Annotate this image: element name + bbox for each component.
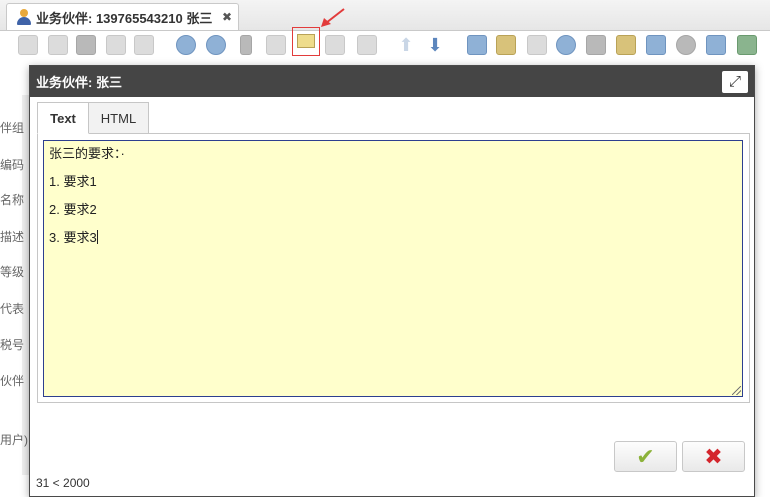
dialog-header: 业务伙伴: 张三 ⤢ (30, 66, 754, 97)
tab-panel: 张三的要求：· 1. 要求1 2. 要求2 3. 要求3 (37, 133, 750, 403)
refresh-icon[interactable] (176, 35, 196, 55)
business-partner-icon (17, 9, 31, 25)
save-new-icon[interactable] (134, 35, 154, 55)
tab-html[interactable]: HTML (88, 102, 149, 134)
delete-record-icon[interactable] (76, 35, 96, 55)
attachment-icon[interactable] (240, 35, 252, 55)
editor-line: 2. 要求2 (49, 202, 97, 217)
cancel-x-icon: ✖ (704, 443, 723, 469)
dialog-title: 业务伙伴: 张三 (36, 75, 122, 90)
close-tab-icon[interactable]: ✖ (222, 10, 232, 24)
editor-tabs: Text HTML (37, 102, 149, 134)
search-icon[interactable] (206, 35, 226, 55)
detail-record-icon[interactable] (325, 35, 345, 55)
cancel-button[interactable]: ✖ (682, 441, 745, 472)
character-counter: 31 < 2000 (36, 476, 90, 490)
bg-label-name: 名称 (0, 193, 25, 207)
bg-label-group: 伴组 (0, 121, 25, 135)
text-editor-dialog: 业务伙伴: 张三 ⤢ Text HTML 张三的要求：· 1. 要求1 2. 要… (29, 65, 755, 497)
exit-icon[interactable] (737, 35, 757, 55)
document-tab-title: 业务伙伴: 13976554321​0 张三 (36, 10, 213, 26)
save-icon[interactable] (106, 35, 126, 55)
document-tab-strip: 业务伙伴: 13976554321​0 张三 ✖ (0, 0, 770, 31)
tab-text[interactable]: Text (37, 102, 89, 134)
bg-label-partner: 伙伴 (0, 374, 25, 388)
editor-line-last: 3. 要求3 (49, 229, 737, 246)
text-editor[interactable]: 张三的要求：· 1. 要求1 2. 要求2 3. 要求3 (43, 140, 743, 397)
report-icon[interactable] (467, 35, 487, 55)
product-info-icon[interactable] (616, 35, 636, 55)
arrow-up-icon[interactable]: ⬆ (396, 35, 416, 55)
print-icon[interactable] (527, 35, 547, 55)
text-caret (96, 230, 98, 244)
editor-line: 1. 要求1 (49, 174, 97, 189)
lock-icon[interactable] (706, 35, 726, 55)
mail-icon[interactable] (357, 35, 377, 55)
bg-label-level: 等级 (0, 265, 25, 279)
archive-icon[interactable] (496, 35, 516, 55)
postit-note-icon (297, 34, 315, 48)
resize-handle[interactable] (732, 386, 741, 395)
red-arrow-annotation (321, 8, 345, 27)
settings-gear-icon[interactable] (676, 35, 696, 55)
ok-button[interactable]: ✔ (614, 441, 677, 472)
bg-label-description: 描述 (0, 230, 25, 244)
arrow-down-icon[interactable]: ⬇ (425, 35, 445, 55)
zoom-across-icon[interactable] (556, 35, 576, 55)
editor-line-text: 3. 要求3 (49, 230, 97, 245)
copy-record-icon[interactable] (48, 35, 68, 55)
bg-label-code: 编码 (0, 158, 25, 172)
new-record-icon[interactable] (18, 35, 38, 55)
request-icon[interactable] (586, 35, 606, 55)
workflow-icon[interactable] (646, 35, 666, 55)
chat-icon[interactable] (266, 35, 286, 55)
bg-label-user: 用户) (0, 433, 28, 447)
bg-label-representative: 代表 (0, 302, 25, 316)
toolbar: ⬆ ⬇ (0, 31, 770, 65)
checkmark-icon: ✔ (636, 443, 655, 469)
editor-line: 张三的要求：· (49, 146, 125, 161)
document-tab[interactable]: 业务伙伴: 13976554321​0 张三 ✖ (6, 3, 239, 30)
maximize-icon[interactable]: ⤢ (722, 70, 748, 93)
bg-label-tax: 税号 (0, 338, 25, 352)
postit-button[interactable] (292, 27, 320, 56)
